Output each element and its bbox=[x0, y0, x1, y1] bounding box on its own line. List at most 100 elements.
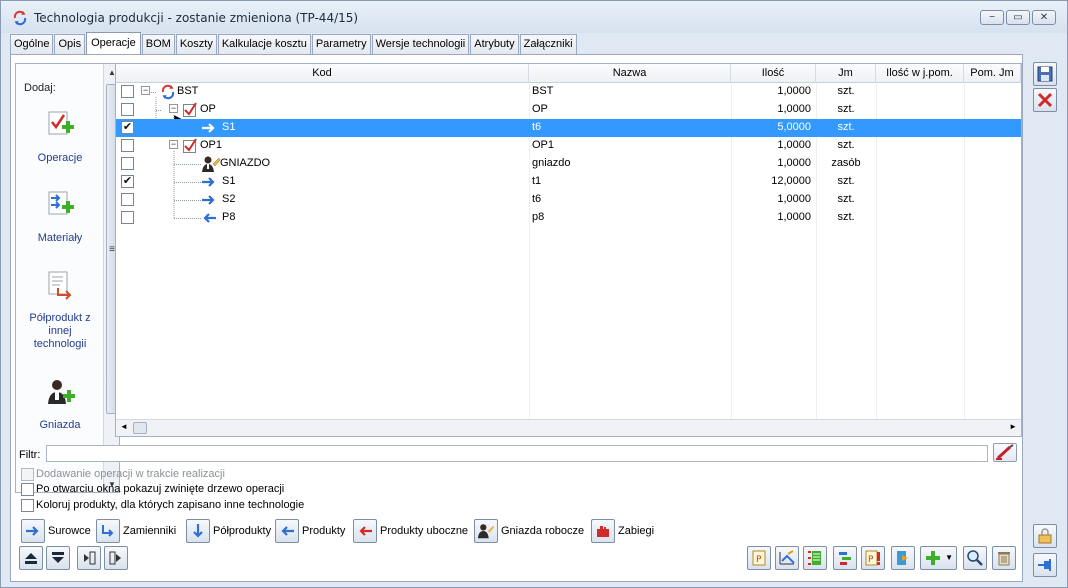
row-checkbox[interactable] bbox=[121, 85, 134, 98]
col-kod-header[interactable]: Kod bbox=[116, 64, 529, 83]
tab-atrybuty[interactable]: Atrybuty bbox=[470, 34, 519, 55]
tab-bom[interactable]: BOM bbox=[141, 34, 175, 55]
filter-label: Filtr: bbox=[19, 449, 41, 461]
grid-scroll-thumb[interactable] bbox=[133, 422, 147, 434]
indent-button[interactable] bbox=[104, 546, 128, 570]
row-checkbox[interactable] bbox=[121, 157, 134, 170]
row-checkbox[interactable] bbox=[121, 211, 134, 224]
table-row[interactable]: ✔ S1 t1 12,0000 szt. bbox=[116, 173, 1021, 191]
add-button[interactable]: ▼ bbox=[920, 546, 957, 570]
grid-horizontal-scrollbar[interactable]: ◄ ► bbox=[116, 419, 1021, 436]
raw-material-arrow-icon bbox=[202, 195, 215, 205]
delete-button[interactable] bbox=[992, 546, 1016, 570]
add-semi-product-button[interactable]: Półprodukt z innej technologii bbox=[21, 269, 99, 351]
dropdown-arrow-icon[interactable]: ▼ bbox=[945, 553, 953, 562]
col-pom-jm-header[interactable]: Pom. Jm bbox=[964, 64, 1021, 83]
add-operation-icon bbox=[48, 111, 74, 135]
close-button[interactable]: ✕ bbox=[1032, 10, 1056, 25]
tab-wersje-technologii[interactable]: Wersje technologii bbox=[371, 34, 470, 55]
add-material-button[interactable]: Materiały bbox=[21, 189, 99, 245]
export-icon bbox=[897, 551, 908, 565]
treatment-legend-icon bbox=[591, 519, 615, 543]
table-row[interactable]: GNIAZDO gniazdo 1,0000 zasób bbox=[116, 155, 1021, 173]
list-view-button[interactable] bbox=[803, 546, 827, 570]
row-checkbox[interactable] bbox=[121, 139, 134, 152]
col-ilosc-header[interactable]: Ilość bbox=[731, 64, 816, 83]
option-checkbox[interactable] bbox=[21, 499, 34, 512]
add-operation-button[interactable]: Operacje bbox=[21, 109, 99, 165]
collapse-icon[interactable]: − bbox=[169, 140, 178, 149]
clear-filter-icon bbox=[996, 444, 1014, 460]
cancel-button[interactable] bbox=[1033, 88, 1057, 112]
edit-chart-button[interactable] bbox=[775, 546, 799, 570]
add-workstation-icon bbox=[48, 380, 75, 404]
col-nazwa-header[interactable]: Nazwa bbox=[529, 64, 731, 83]
cell-jm: szt. bbox=[837, 121, 855, 133]
table-row[interactable]: − OP OP 1,0000 szt. bbox=[116, 101, 1021, 119]
row-checkbox-checked[interactable]: ✔ bbox=[121, 175, 134, 188]
table-row-selected[interactable]: ✔ S1 t6 5,0000 szt. bbox=[116, 119, 1021, 137]
tab-opis[interactable]: Opis bbox=[54, 34, 86, 55]
cell-jm: szt. bbox=[837, 85, 855, 97]
row-checkbox-checked[interactable]: ✔ bbox=[121, 121, 134, 134]
document-p-icon: P bbox=[752, 550, 766, 566]
close-red-icon bbox=[1037, 92, 1053, 108]
technology-refresh-icon bbox=[13, 10, 27, 26]
lock-icon bbox=[1038, 528, 1052, 544]
save-button[interactable] bbox=[1033, 62, 1057, 86]
table-row[interactable]: − BST BST 1,0000 szt. bbox=[116, 83, 1021, 101]
scroll-left-icon[interactable]: ◄ bbox=[120, 422, 128, 431]
table-row[interactable]: − OP1 OP1 1,0000 szt. bbox=[116, 137, 1021, 155]
tab-ogolne[interactable]: Ogólne bbox=[10, 34, 54, 55]
save-icon bbox=[1037, 66, 1053, 82]
option-label: Po otwarciu okna pokazuj zwinięte drzewo… bbox=[36, 483, 285, 495]
pin-button[interactable] bbox=[1033, 553, 1057, 577]
table-row[interactable]: S2 t6 1,0000 szt. bbox=[116, 191, 1021, 209]
add-panel: Dodaj: Operacje Materiały Półprodukt z i… bbox=[15, 63, 120, 493]
clear-filter-button[interactable] bbox=[993, 443, 1017, 462]
warning-button[interactable]: P bbox=[861, 546, 885, 570]
move-down-button[interactable] bbox=[46, 546, 70, 570]
tab-operacje[interactable]: Operacje bbox=[86, 32, 141, 55]
table-row[interactable]: P8 p8 1,0000 szt. bbox=[116, 209, 1021, 227]
tab-parametry[interactable]: Parametry bbox=[311, 34, 371, 55]
tab-kalkulacje-kosztu[interactable]: Kalkulacje kosztu bbox=[217, 34, 311, 55]
by-product-legend-icon bbox=[353, 519, 377, 543]
tab-zalaczniki[interactable]: Załączniki bbox=[519, 34, 577, 55]
minimize-button[interactable]: − bbox=[980, 10, 1004, 25]
search-button[interactable] bbox=[963, 546, 987, 570]
gantt-view-button[interactable] bbox=[833, 546, 857, 570]
collapse-icon[interactable]: − bbox=[169, 104, 178, 113]
export-button[interactable] bbox=[891, 546, 915, 570]
option-checkbox[interactable] bbox=[21, 483, 34, 496]
cell-nazwa: OP bbox=[532, 103, 548, 115]
list-green-icon bbox=[808, 551, 821, 565]
plus-icon bbox=[926, 551, 940, 565]
filter-input[interactable] bbox=[46, 445, 988, 462]
row-checkbox[interactable] bbox=[121, 193, 134, 206]
move-up-button[interactable] bbox=[19, 546, 43, 570]
semi-product-legend-icon bbox=[186, 519, 210, 543]
outdent-button[interactable] bbox=[77, 546, 101, 570]
scroll-right-icon[interactable]: ► bbox=[1009, 422, 1017, 431]
maximize-button[interactable]: ▭ bbox=[1006, 10, 1030, 25]
lock-button[interactable] bbox=[1033, 524, 1057, 548]
legend-label: Zabiegi bbox=[618, 525, 655, 537]
chart-edit-icon bbox=[779, 550, 795, 565]
tab-koszty[interactable]: Koszty bbox=[175, 34, 217, 55]
document-button[interactable]: P bbox=[747, 546, 771, 570]
legend-products: Produkty bbox=[275, 519, 345, 543]
move-down-icon bbox=[52, 552, 64, 563]
col-ilosc-jpom-header[interactable]: Ilość w j.pom. bbox=[876, 64, 964, 83]
col-jm-header[interactable]: Jm bbox=[816, 64, 876, 83]
cell-ilosc: 1,0000 bbox=[777, 85, 811, 97]
legend-label: Surowce bbox=[48, 525, 91, 537]
minimize-icon: − bbox=[989, 12, 995, 23]
add-operation-label: Operacje bbox=[37, 152, 83, 164]
add-workstation-button[interactable]: Gniazda bbox=[21, 376, 99, 432]
row-checkbox[interactable] bbox=[121, 103, 134, 116]
operations-tree-grid: Kod Nazwa Ilość Jm Ilość w j.pom. Pom. J… bbox=[115, 63, 1022, 437]
tab-strip: Ogólne Opis Operacje BOM Koszty Kalkulac… bbox=[10, 32, 578, 55]
collapse-icon[interactable]: − bbox=[141, 86, 150, 95]
legend-substitutes: Zamienniki bbox=[96, 519, 176, 543]
